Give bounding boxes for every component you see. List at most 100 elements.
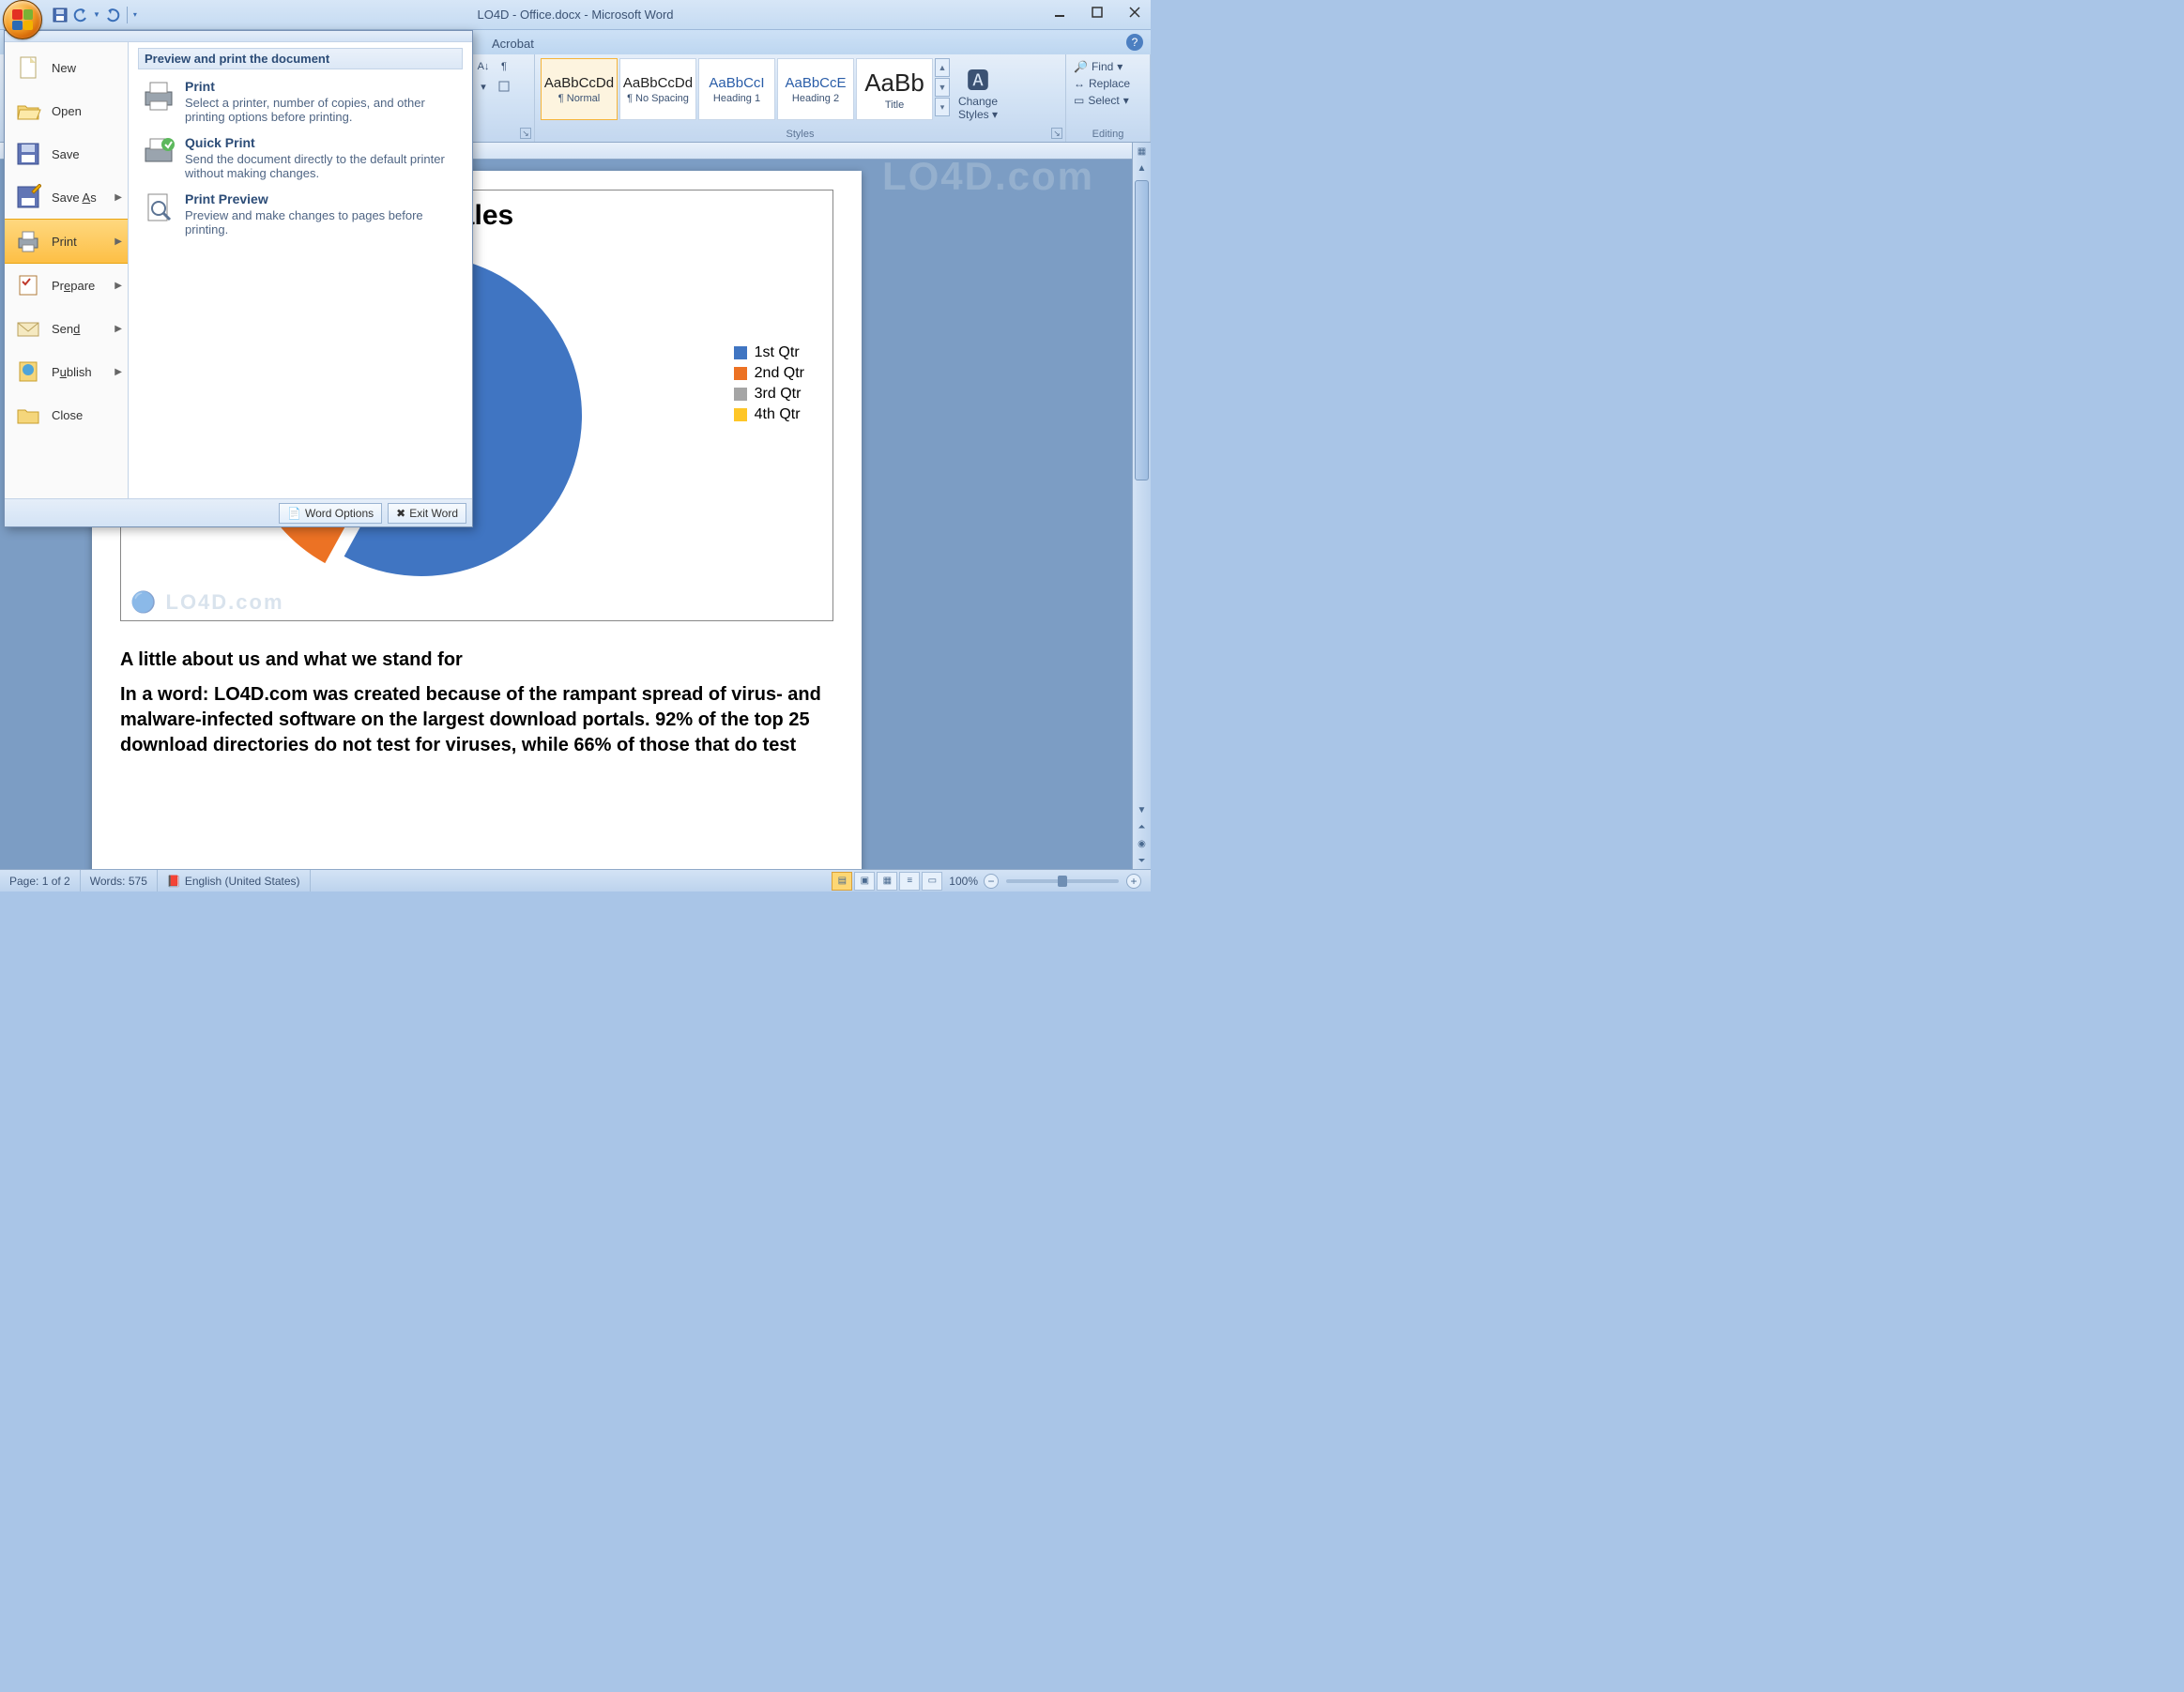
styles-scroll-up[interactable]: ▲ [935,58,950,77]
qat-customize-icon[interactable]: ▾ [133,10,137,19]
folder-open-icon [14,97,42,125]
legend-item: 2nd Qtr [734,365,804,382]
menu-new[interactable]: New [5,46,128,89]
tab-acrobat[interactable]: Acrobat [479,33,547,54]
submenu-print-preview[interactable]: Print PreviewPreview and make changes to… [138,186,463,242]
style---normal[interactable]: AaBbCcDd¶ Normal [541,58,618,120]
undo-dropdown-icon[interactable]: ▼ [93,10,100,19]
style---no-spacing[interactable]: AaBbCcDd¶ No Spacing [619,58,696,120]
style-title[interactable]: AaBbTitle [856,58,933,120]
submenu-print[interactable]: PrintSelect a printer, number of copies,… [138,73,463,130]
maximize-button[interactable] [1087,4,1107,21]
menu-print[interactable]: Print▶ [5,219,128,264]
show-marks-icon[interactable]: ¶ [496,58,512,75]
printer-icon [142,79,176,113]
menu-close[interactable]: Close [5,393,128,436]
watermark: 🔵 LO4D.com [130,590,284,615]
legend-swatch [734,346,747,359]
outline-view-icon[interactable]: ≡ [899,872,920,891]
prev-page-icon[interactable]: ⏶ [1133,818,1151,835]
print-layout-view-icon[interactable]: ▤ [832,872,852,891]
editing-group-label: Editing [1066,129,1150,140]
disk-pen-icon [14,183,42,211]
document-paragraph: In a word: LO4D.com was created because … [120,682,833,758]
next-page-icon[interactable]: ⏷ [1133,852,1151,869]
paragraph-launcher[interactable]: ↘ [520,128,531,139]
legend-item: 4th Qtr [734,406,804,423]
word-options-button[interactable]: 📄Word Options [279,503,382,524]
styles-group-label: Styles [535,129,1065,140]
style-heading-1[interactable]: AaBbCcIHeading 1 [698,58,775,120]
editing-group: 🔎Find ▾ ↔Replace ▭Select ▾ Editing [1066,54,1151,142]
styles-expand[interactable]: ▾ [935,98,950,116]
legend-swatch [734,388,747,401]
printer-go-icon [142,135,176,169]
chevron-right-icon: ▶ [115,281,122,291]
status-words[interactable]: Words: 575 [81,870,158,892]
exit-word-button[interactable]: ✖Exit Word [388,503,466,524]
zoom-slider[interactable] [1006,879,1119,883]
menu-save[interactable]: Save [5,132,128,175]
status-page[interactable]: Page: 1 of 2 [0,870,81,892]
office-menu-right: Preview and print the document PrintSele… [129,42,472,498]
ruler-toggle-icon[interactable]: ▦ [1133,143,1151,160]
scroll-down-icon[interactable]: ▼ [1133,801,1151,818]
chevron-right-icon: ▶ [115,324,122,334]
menu-send[interactable]: Send▶ [5,307,128,350]
legend-swatch [734,367,747,380]
vertical-scrollbar[interactable]: ▦▲ ▼ ⏶ ◉ ⏷ [1132,143,1151,869]
paragraph-group: A↓ ¶ ▾ ↘ [469,54,535,142]
shading-icon[interactable]: ▾ [475,78,492,95]
zoom-level[interactable]: 100% [949,875,978,888]
redo-icon[interactable] [104,7,121,23]
save-icon[interactable] [52,7,69,23]
styles-scroll-down[interactable]: ▼ [935,78,950,97]
chevron-right-icon: ▶ [115,367,122,377]
options-icon: 📄 [287,507,301,520]
zoom-out-button[interactable]: − [984,874,999,889]
office-menu: NewOpenSaveSave As▶Print▶Prepare▶Send▶Pu… [4,30,473,527]
quick-access-toolbar: ▼ ▾ [52,7,137,23]
replace-button[interactable]: ↔Replace [1074,75,1142,92]
full-screen-view-icon[interactable]: ▣ [854,872,875,891]
window-title: LO4D - Office.docx - Microsoft Word [477,8,673,22]
menu-publish[interactable]: Publish▶ [5,350,128,393]
sort-icon[interactable]: A↓ [475,58,492,75]
globe-icon [14,358,42,386]
find-button[interactable]: 🔎Find ▾ [1074,58,1142,75]
change-styles-icon: 🅰 [967,62,989,95]
file-new-icon [14,53,42,82]
draft-view-icon[interactable]: ▭ [922,872,942,891]
change-styles-button[interactable]: 🅰Change Styles ▾ [952,58,1004,125]
legend-swatch [734,408,747,421]
status-language[interactable]: 📕English (United States) [158,870,311,892]
watermark: LO4D.com [882,160,1094,199]
undo-icon[interactable] [72,7,89,23]
menu-save-as[interactable]: Save As▶ [5,175,128,219]
document-heading: A little about us and what we stand for [120,649,833,671]
scroll-up-icon[interactable]: ▲ [1133,160,1151,176]
office-menu-panel-header: Preview and print the document [138,48,463,69]
legend-item: 1st Qtr [734,344,804,361]
zoom-in-button[interactable]: + [1126,874,1141,889]
submenu-quick-print[interactable]: Quick PrintSend the document directly to… [138,130,463,186]
minimize-button[interactable] [1049,4,1070,21]
office-button[interactable] [3,0,42,39]
title-bar: ▼ ▾ LO4D - Office.docx - Microsoft Word [0,0,1151,30]
menu-open[interactable]: Open [5,89,128,132]
help-icon[interactable]: ? [1126,34,1143,51]
styles-launcher[interactable]: ↘ [1051,128,1062,139]
scroll-thumb[interactable] [1135,180,1149,480]
browse-object-icon[interactable]: ◉ [1133,835,1151,852]
web-layout-view-icon[interactable]: ▦ [877,872,897,891]
chevron-right-icon: ▶ [115,236,122,247]
cursor-icon: ▭ [1074,94,1084,107]
close-button[interactable] [1124,4,1145,21]
mail-icon [14,314,42,343]
menu-prepare[interactable]: Prepare▶ [5,264,128,307]
select-button[interactable]: ▭Select ▾ [1074,92,1142,109]
borders-icon[interactable] [496,78,512,95]
style-heading-2[interactable]: AaBbCcEHeading 2 [777,58,854,120]
status-bar: Page: 1 of 2 Words: 575 📕English (United… [0,869,1151,892]
spellcheck-icon: 📕 [167,875,181,888]
